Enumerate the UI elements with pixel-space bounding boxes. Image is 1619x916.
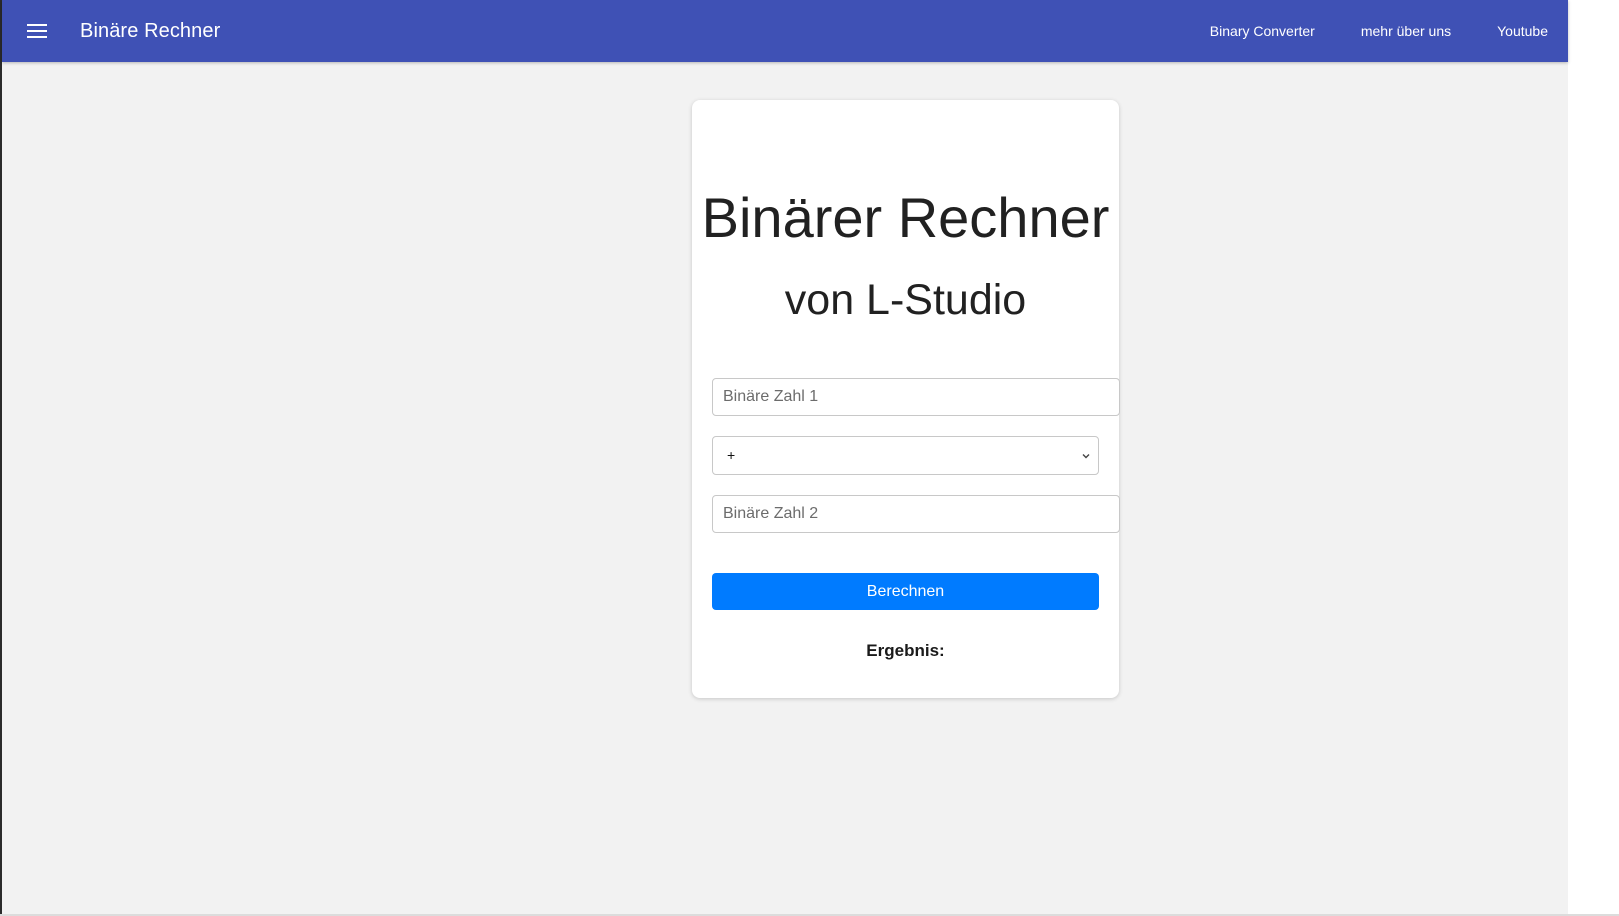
nav-link-about-us[interactable]: mehr über uns [1361,22,1451,40]
operator-select[interactable]: + [712,436,1099,475]
chevron-down-icon [1082,454,1090,459]
result-label: Ergebnis: [866,641,945,660]
page-subtitle: von L-Studio [784,275,1027,324]
hamburger-menu-icon [27,24,47,38]
app-title: Binäre Rechner [80,20,221,42]
nav-link-youtube[interactable]: Youtube [1497,22,1548,40]
top-nav: Binary Converter mehr über uns Youtube [1164,22,1548,40]
window-right-gutter [1568,0,1619,916]
operator-selected-value: + [727,447,736,463]
calculate-button[interactable]: Berechnen [712,573,1099,610]
page-title: Binärer Rechner [701,185,1110,249]
binary-number-2-input[interactable] [712,495,1120,533]
binary-number-1-input[interactable] [712,378,1120,416]
window-left-border [0,0,2,916]
nav-link-binary-converter[interactable]: Binary Converter [1210,22,1315,40]
top-app-bar: Binäre Rechner Binary Converter mehr übe… [2,0,1568,62]
menu-button[interactable] [20,16,54,46]
